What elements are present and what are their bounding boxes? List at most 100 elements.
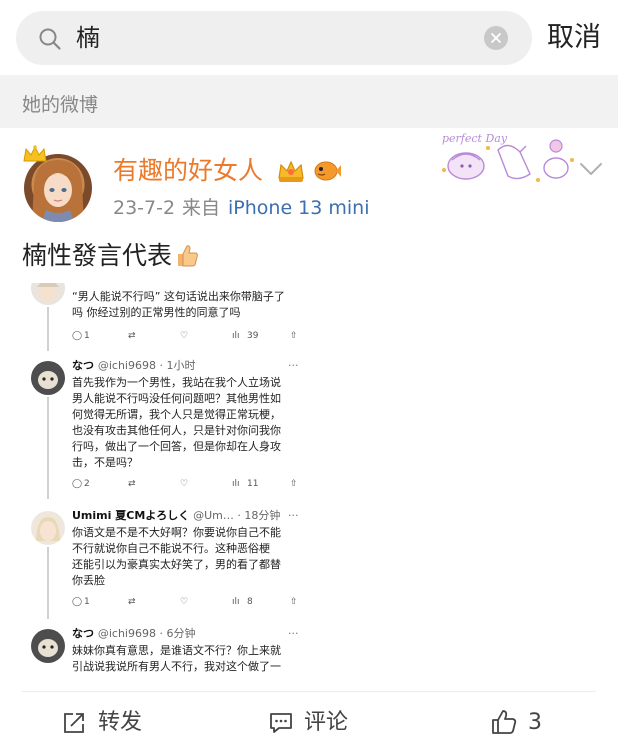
avatar-image	[24, 154, 92, 222]
views-icon: ılı	[232, 597, 240, 607]
reply-count: 1	[84, 331, 90, 341]
tweet-text: 你语文是不是不大好啊？你要说你自己不能 不行就说你自己不能说不行。这种恶俗梗 还…	[72, 525, 302, 589]
tweet-text-line: 何觉得无所谓，我个人只是觉得正常玩梗，	[72, 408, 281, 421]
embedded-screenshot[interactable]: “男人能说不行吗” 这句话说出来你带脑子了 吗 你经过别的正常男性的同意了吗 ◯…	[22, 283, 312, 675]
thumbs-up-icon	[492, 710, 517, 734]
tweet-avatar	[31, 629, 65, 663]
repost-icon	[64, 713, 84, 733]
views-count: 8	[247, 597, 253, 607]
tweet-text-line: 还能引以为豪真实太好笑了，男的看了都替	[72, 558, 281, 571]
search-bar: 楠 取消	[0, 0, 618, 75]
post-text-content: 楠性發言代表	[22, 241, 173, 270]
tweet-author-name: なつ	[72, 627, 94, 640]
tweet-text-line: 你语文是不是不大好啊？你要说你自己不能	[72, 526, 281, 539]
views-count: 39	[247, 331, 259, 341]
cancel-button[interactable]: 取消	[547, 21, 601, 55]
tweet-text: “男人能说不行吗” 这句话说出来你带脑子了 吗 你经过别的正常男性的同意了吗	[72, 289, 302, 321]
tweet-author: Umimi 夏CMよろしく @Um… · 18分钟	[72, 509, 280, 523]
more-icon: ···	[288, 627, 299, 640]
username[interactable]: 有趣的好女人	[113, 155, 263, 187]
like-count: 3	[528, 710, 542, 735]
more-icon: ···	[288, 359, 299, 372]
thread-line	[47, 397, 49, 499]
tweet-avatar	[31, 361, 65, 395]
thumbs-up-emoji-icon	[178, 245, 198, 267]
tweet-author: なつ @ichi9698 · 1小时	[72, 359, 195, 373]
section-header: 她的微博	[0, 75, 618, 128]
section-title: 她的微博	[22, 94, 99, 116]
comment-icon	[270, 713, 292, 733]
post-from-label: 来自	[182, 197, 221, 219]
more-icon: ···	[288, 509, 299, 522]
tweet-actions: ◯ 2 ⇄ ♡ ılı 11 ⇧	[72, 477, 304, 491]
fish-badge-icon	[314, 161, 341, 181]
post-text: 楠性發言代表	[22, 239, 200, 273]
tweet-text-line: 妹妹你真有意思，是谁语文不行？你上来就	[72, 644, 281, 657]
tweet-avatar	[31, 511, 65, 545]
tweet-text-line: 男人能说不行吗没任何问题吧？其他男性如	[72, 392, 281, 405]
tweet-author-name: なつ	[72, 359, 94, 372]
thread-line	[47, 547, 49, 619]
reply-icon: ◯	[72, 479, 83, 489]
views-icon: ılı	[232, 479, 240, 489]
decorative-sticker-image: perfect Day	[442, 132, 574, 182]
tweet-text: 妹妹你真有意思，是谁语文不行？你上来就 引战说我说所有男人不行，我对这个做了一	[72, 643, 302, 675]
tweet-item: なつ @ichi9698 · 6分钟 ··· 妹妹你真有意思，是谁语文不行？你上…	[22, 627, 312, 675]
tweet-author-name: Umimi	[72, 509, 112, 522]
search-input[interactable]: 楠	[76, 23, 100, 53]
search-icon	[39, 28, 61, 50]
tweet-text-line: 首先我作为一个男性，我站在我个人立场说	[72, 376, 281, 389]
tweet-item: なつ @ichi9698 · 1小时 ··· 首先我作为一个男性，我站在我个人立…	[22, 359, 312, 499]
thread-line	[47, 307, 49, 351]
tweet-author-name-extra: 夏CMよろしく	[115, 509, 190, 522]
tweet-text-line: 你丢脸	[72, 574, 105, 587]
tweet-text-line: 行吗，做出了一个回答，但是你却在人身攻	[72, 440, 281, 453]
tweet-text-line: 引战说我说所有男人不行，我对这个做了一	[72, 660, 281, 673]
svg-text:perfect Day: perfect Day	[442, 132, 508, 145]
retweet-icon: ⇄	[128, 479, 136, 489]
member-crown-badge-icon	[278, 160, 304, 182]
views-count: 11	[247, 479, 259, 489]
tweet-text-line: 也没有攻击其他任何人，只是针对你问我你	[72, 424, 281, 437]
tweet-text-line: 击，不是吗？	[72, 456, 138, 469]
tweet-text-line: “男人能说不行吗” 这句话说出来你带脑子了	[72, 290, 285, 303]
like-icon: ♡	[180, 331, 189, 341]
tweet-handle: @ichi9698 · 6分钟	[97, 627, 196, 640]
post-date: 23-7-2	[113, 197, 176, 219]
tweet-actions: ◯ 1 ⇄ ♡ ılı 39 ⇧	[72, 329, 304, 343]
tweet-handle: @Um… · 18分钟	[193, 509, 281, 522]
tweet-avatar	[31, 283, 65, 305]
tweet-text-line: 吗 你经过别的正常男性的同意了吗	[72, 306, 241, 319]
comment-button[interactable]: 评论	[268, 706, 368, 740]
reply-icon: ◯	[72, 597, 83, 607]
repost-button[interactable]: 转发	[62, 706, 162, 740]
tweet-text: 首先我作为一个男性，我站在我个人立场说 男人能说不行吗没任何问题吧？其他男性如 …	[72, 375, 302, 471]
like-icon: ♡	[180, 597, 189, 607]
tweet-author: なつ @ichi9698 · 6分钟	[72, 627, 195, 641]
tweet-item: “男人能说不行吗” 这句话说出来你带脑子了 吗 你经过别的正常男性的同意了吗 ◯…	[22, 283, 312, 351]
tweet-actions: ◯ 1 ⇄ ♡ ılı 8 ⇧	[72, 595, 304, 609]
retweet-icon: ⇄	[128, 597, 136, 607]
repost-label: 转发	[98, 710, 143, 735]
reply-icon: ◯	[72, 331, 83, 341]
views-icon: ılı	[232, 331, 240, 341]
post-device[interactable]: iPhone 13 mini	[228, 196, 370, 220]
chevron-down-icon[interactable]	[578, 160, 604, 178]
like-button[interactable]: 3	[490, 706, 550, 740]
avatar[interactable]	[22, 145, 98, 222]
share-icon: ⇧	[290, 597, 298, 607]
tweet-text-line: 不行就说你自己不能说不行。这种恶俗梗	[72, 542, 270, 555]
tweet-handle: @ichi9698 · 1小时	[97, 359, 196, 372]
like-icon: ♡	[180, 479, 189, 489]
tweet-item: Umimi 夏CMよろしく @Um… · 18分钟 ··· 你语文是不是不大好啊…	[22, 509, 312, 619]
search-field[interactable]: 楠	[16, 11, 532, 65]
divider	[22, 691, 596, 692]
share-icon: ⇧	[290, 331, 298, 341]
crown-icon	[23, 145, 47, 162]
retweet-icon: ⇄	[128, 331, 136, 341]
comment-label: 评论	[304, 710, 349, 735]
clear-icon[interactable]	[484, 26, 508, 50]
reply-count: 2	[84, 479, 90, 489]
reply-count: 1	[84, 597, 90, 607]
share-icon: ⇧	[290, 479, 298, 489]
